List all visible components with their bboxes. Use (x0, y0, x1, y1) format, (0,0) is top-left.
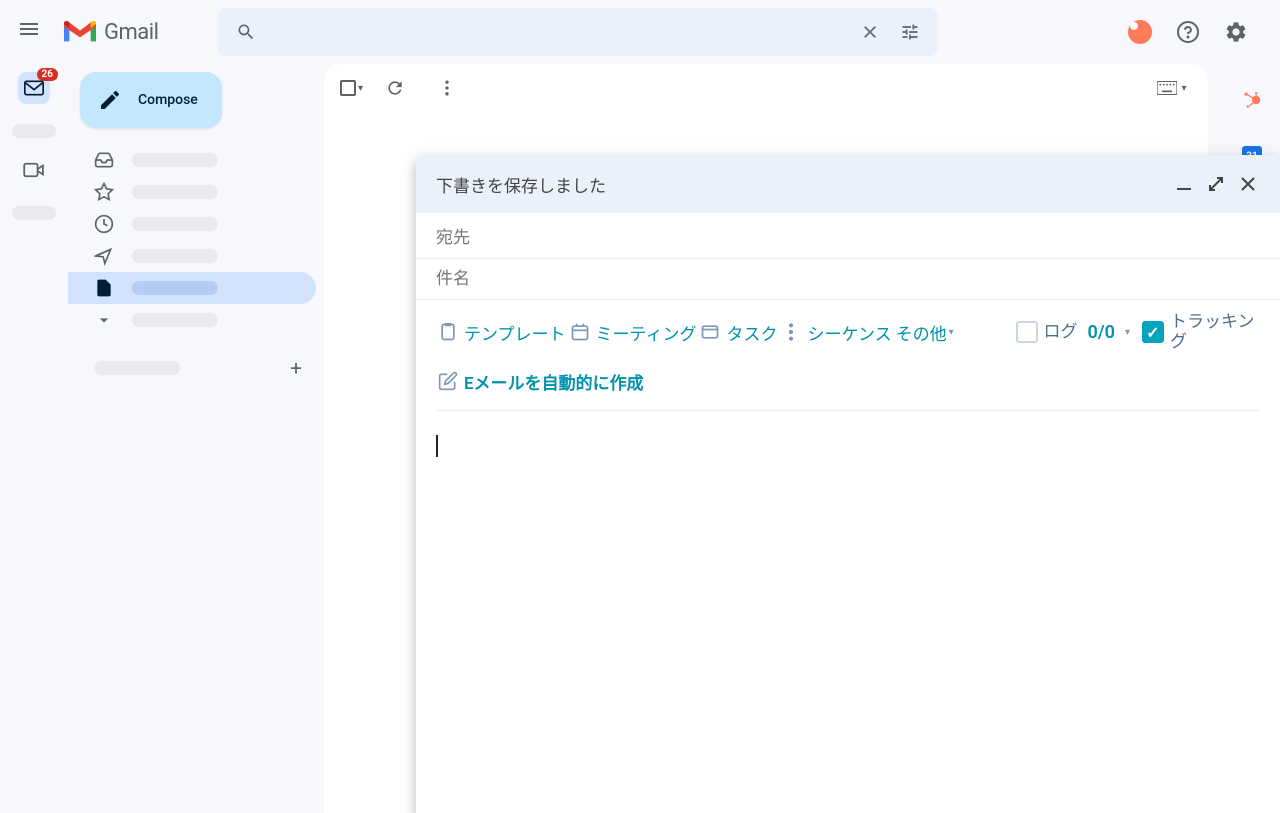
nav-inbox[interactable] (68, 144, 316, 176)
search-input[interactable] (266, 23, 850, 42)
labels-section: + (68, 348, 324, 388)
nav-starred[interactable] (68, 176, 316, 208)
compose-window: 下書きを保存しました 宛先 テンプレート ミーティング タス (416, 155, 1280, 813)
fullscreen-button[interactable] (1200, 168, 1232, 200)
hs-log-dropdown[interactable]: ▾ (1125, 327, 1130, 338)
chevron-down-icon: ▾ (1181, 83, 1186, 94)
header: Gmail (0, 0, 1280, 64)
panel-hubspot[interactable] (1232, 80, 1272, 120)
input-tools-button[interactable]: ▾ (1152, 68, 1192, 108)
hs-meetings-button[interactable]: ミーティング (568, 316, 699, 349)
mail-icon (24, 80, 44, 96)
settings-icon[interactable] (1216, 12, 1256, 52)
hs-log-group: ログ 0/0 ▾ (1016, 321, 1130, 343)
hs-log-label: ログ (1044, 322, 1078, 342)
hs-tracking-label: トラッキング (1170, 312, 1260, 353)
rail-meet[interactable] (18, 154, 50, 186)
app-rail: 26 (0, 64, 68, 813)
gmail-icon (64, 20, 96, 44)
nav-label-placeholder (132, 313, 218, 327)
recipients-field[interactable]: 宛先 (416, 213, 1280, 259)
star-icon (94, 182, 114, 202)
hs-log-count: 0/0 (1088, 322, 1115, 343)
chevron-down-icon (94, 310, 114, 330)
video-icon (23, 162, 45, 178)
inbox-icon (94, 150, 114, 170)
document-icon (94, 278, 114, 298)
refresh-button[interactable] (375, 68, 415, 108)
subject-field[interactable] (416, 259, 1280, 300)
compose-button[interactable]: Compose (80, 72, 222, 128)
support-icon[interactable] (1168, 12, 1208, 52)
compose-title: 下書きを保存しました (436, 172, 1168, 197)
hubspot-icon (1242, 90, 1262, 110)
checkbox-icon (340, 80, 356, 96)
more-options-button[interactable] (427, 68, 467, 108)
rail-placeholder (12, 124, 56, 138)
rail-mail[interactable]: 26 (18, 72, 50, 104)
header-actions (1120, 12, 1272, 52)
hs-templates-button[interactable]: テンプレート (436, 316, 568, 349)
nav-snoozed[interactable] (68, 208, 316, 240)
hs-tasks-button[interactable]: タスク (698, 316, 779, 349)
minimize-button[interactable] (1168, 168, 1200, 200)
chevron-down-icon: ▾ (358, 83, 363, 94)
rail-placeholder (12, 206, 56, 220)
nav-sent[interactable] (68, 240, 316, 272)
hs-tracking-checkbox[interactable] (1142, 321, 1164, 343)
hubspot-toolbar: テンプレート ミーティング タスク シーケンス その他▾ ログ 0/0 ▾ (416, 300, 1280, 419)
add-label-button[interactable]: + (284, 356, 308, 380)
compose-body[interactable] (416, 419, 1280, 813)
keyboard-icon (1157, 81, 1177, 95)
calendar-icon (570, 322, 590, 342)
nav-label-placeholder (132, 281, 218, 295)
nav-label-placeholder (132, 217, 218, 231)
hubspot-header-icon[interactable] (1120, 12, 1160, 52)
main-menu-button[interactable] (8, 8, 56, 56)
nav-label-placeholder (132, 153, 218, 167)
mail-badge: 26 (37, 68, 58, 81)
window-icon (700, 322, 720, 342)
send-icon (94, 246, 114, 266)
nav-label-placeholder (132, 185, 218, 199)
hamburger-icon (20, 20, 44, 44)
hs-auto-email-button[interactable]: Eメールを自動的に作成 (436, 365, 646, 398)
logo[interactable]: Gmail (64, 20, 158, 45)
clipboard-icon (438, 322, 458, 342)
nav-drafts[interactable] (68, 272, 316, 304)
compose-header[interactable]: 下書きを保存しました (416, 155, 1280, 213)
hs-tracking-group: トラッキング (1142, 312, 1260, 353)
logo-text: Gmail (104, 20, 158, 45)
to-label: 宛先 (436, 228, 470, 248)
search-options-icon[interactable] (890, 12, 930, 52)
search-icon[interactable] (226, 12, 266, 52)
hs-sequences-button[interactable]: シーケンス (779, 316, 893, 349)
sidebar: Compose (68, 64, 324, 813)
edit-icon (438, 371, 458, 391)
sequence-icon (781, 322, 801, 342)
clock-icon (94, 214, 114, 234)
select-all[interactable]: ▾ (340, 80, 363, 96)
hs-log-checkbox[interactable] (1016, 321, 1038, 343)
labels-header-placeholder (94, 361, 180, 375)
mail-toolbar: ▾ ▾ (324, 64, 1208, 112)
hs-other-button[interactable]: その他▾ (894, 316, 956, 349)
clear-search-icon[interactable] (850, 12, 890, 52)
search-bar[interactable] (218, 8, 938, 56)
text-cursor (436, 435, 438, 457)
nav-more[interactable] (68, 304, 316, 336)
close-button[interactable] (1232, 168, 1264, 200)
compose-label: Compose (138, 92, 198, 108)
pencil-icon (98, 88, 122, 112)
nav-label-placeholder (132, 249, 218, 263)
subject-input[interactable] (436, 269, 1260, 289)
